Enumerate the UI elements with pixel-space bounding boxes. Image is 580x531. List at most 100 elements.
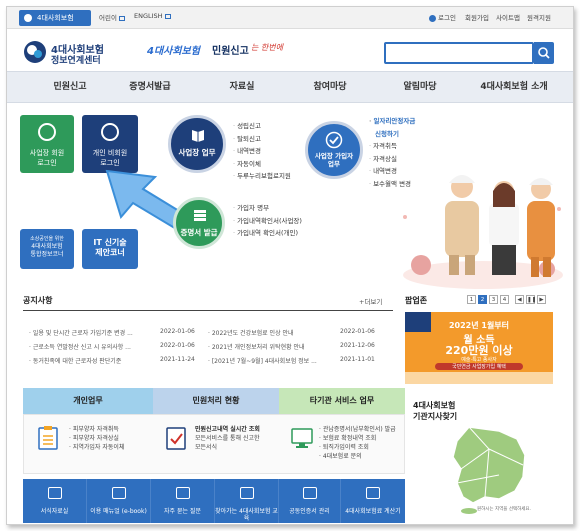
search-input[interactable] xyxy=(384,42,534,64)
personal-login-tile[interactable]: 개인 비회원 로그인 xyxy=(82,115,138,173)
it-tile-line2: 제안코너 xyxy=(95,248,125,257)
integrated-tile-line2: 4대사회보험 xyxy=(31,243,63,250)
kids-link[interactable]: 어린이 xyxy=(99,12,125,22)
subscriber-task-item[interactable]: · 일자리안정자금 xyxy=(369,115,415,128)
notice-date: 2022-01-06 xyxy=(160,342,195,349)
calculator-tile[interactable]: 4대사회보험료 계산기 xyxy=(341,479,405,523)
business-task-label: 사업장 업무 xyxy=(178,148,216,157)
slogan-brand: 4대사회보험 xyxy=(147,46,200,57)
notice-divider xyxy=(23,310,393,311)
search-button[interactable] xyxy=(534,42,554,64)
popup-title: 팝업존 xyxy=(405,296,428,305)
personal-work-list: · 피부양자 자격취득 · 피부양자 자격상실 · 지역가입자 자동이체 xyxy=(69,425,124,452)
popup-page-2[interactable]: 2 xyxy=(478,295,487,304)
site-logo-icon[interactable] xyxy=(23,40,47,64)
logo-subtitle[interactable]: 정보연계센터 xyxy=(51,53,101,66)
other-agency-item[interactable]: · 보험료 확정내역 조회 xyxy=(319,434,396,443)
certificate-item[interactable]: · 가입자 명부 xyxy=(233,202,302,215)
book-icon xyxy=(192,130,204,142)
login-link[interactable]: 로그인 xyxy=(429,12,456,22)
nav-item-library[interactable]: 자료실 xyxy=(207,79,277,92)
popup-next-button[interactable]: ▶ xyxy=(537,295,546,304)
ebook-icon xyxy=(111,487,126,499)
subscriber-task-item[interactable]: · 자격취득 xyxy=(369,140,415,153)
popup-page-1[interactable]: 1 xyxy=(467,295,476,304)
business-task-item[interactable]: · 성립신고 xyxy=(233,120,291,133)
notice-item[interactable]: · 2021년 개인정보처리 위탁현황 안내 xyxy=(208,342,305,351)
workers-illustration xyxy=(403,175,563,289)
external-link-icon xyxy=(164,13,171,19)
nav-item-complaint[interactable]: 민원신고 xyxy=(35,79,105,92)
it-tile-line1: IT 신기술 xyxy=(93,238,127,247)
checklist-icon xyxy=(38,426,58,450)
complaint-status-block[interactable]: 민원신고내역 실시간 조회 모든서비스를 통해 신고한 모든서식 xyxy=(195,425,260,452)
subscriber-task-button[interactable]: 사업장 가입자 업무 xyxy=(305,121,363,179)
tab-personal-work[interactable]: 개인업무 xyxy=(23,388,153,414)
complaint-status-desc: 모든서비스를 통해 신고한 xyxy=(195,435,260,442)
certificate-button[interactable]: 증명서 발급 xyxy=(173,197,225,249)
popup-prev-button[interactable]: ◀ xyxy=(515,295,524,304)
subscriber-task-label: 사업장 가입자 xyxy=(314,152,354,160)
subscriber-task-item[interactable]: 신청하기 xyxy=(369,128,415,141)
banner-small-2: 국민연금 사업장가입 혜택 xyxy=(435,363,523,370)
remote-support-link[interactable]: 원격지원 xyxy=(527,12,551,22)
education-tile[interactable]: 찾아가는 4대사회보험 교육 xyxy=(215,479,279,523)
sitemap-link[interactable]: 사이트맵 xyxy=(496,12,520,22)
business-task-item[interactable]: · 두루누리보험료지원 xyxy=(233,170,291,183)
english-link[interactable]: ENGLISH xyxy=(134,12,171,20)
popup-page-3[interactable]: 3 xyxy=(489,295,498,304)
personal-work-item[interactable]: · 피부양자 자격취득 xyxy=(69,425,124,434)
tab-other-agency[interactable]: 타기관 서비스 업무 xyxy=(279,388,405,414)
user-manual-tile[interactable]: 이용 매뉴얼 (e-book) xyxy=(87,479,151,523)
personal-work-item[interactable]: · 지역가입자 자동이체 xyxy=(69,443,124,452)
notice-item[interactable]: · [2021년 7월~9월] 4대사회보험 정보 ... xyxy=(208,356,317,365)
notice-date: 2021-11-01 xyxy=(340,356,375,363)
monitor-icon xyxy=(291,428,313,448)
faq-tile[interactable]: 자주 묻는 질문 xyxy=(151,479,215,523)
nav-item-participation[interactable]: 참여마당 xyxy=(295,79,365,92)
next-icon: ▶ xyxy=(539,297,544,303)
business-login-tile[interactable]: 사업장 회원 로그인 xyxy=(20,115,74,173)
personal-login-label: 개인 비회원 xyxy=(92,149,128,157)
business-login-label: 사업장 회원 xyxy=(29,149,65,157)
calculator-label: 4대사회보험료 계산기 xyxy=(345,508,401,515)
nav-item-notice[interactable]: 알림마당 xyxy=(385,79,455,92)
notice-item[interactable]: · 동거친족에 대한 근로자성 판단기준 xyxy=(29,356,121,365)
personal-user-icon xyxy=(101,123,119,141)
popup-banner[interactable]: 2022년 1월부터 월 소득 220만원 이상 예술·특고 종사자 국민연금 … xyxy=(405,312,553,384)
popup-pause-button[interactable]: ❚❚ xyxy=(526,295,536,304)
nav-item-certificate[interactable]: 증명서발급 xyxy=(115,79,185,92)
forms-library-tile[interactable]: 서식자료실 xyxy=(23,479,87,523)
certificate-item[interactable]: · 가입내역확인서(사업장) xyxy=(233,215,302,228)
complaint-status-desc2: 모든서식 xyxy=(195,444,218,451)
notice-item[interactable]: · 2022년도 건강보험료 인상 안내 xyxy=(208,328,294,337)
presentation-icon xyxy=(239,487,254,499)
other-agency-item[interactable]: · 관납증명서(납부확인서) 발급 xyxy=(319,425,396,434)
certificate-list: · 가입자 명부 · 가입내역확인서(사업장) · 가입내역 확인서(개인) xyxy=(233,202,302,240)
tab-complaint-status[interactable]: 민원처리 현황 xyxy=(153,388,279,414)
nav-item-about[interactable]: 4대사회보험 소개 xyxy=(459,79,569,92)
popup-page-4[interactable]: 4 xyxy=(500,295,509,304)
business-task-button[interactable]: 사업장 업무 xyxy=(168,115,226,173)
notice-title: 공지사항 xyxy=(23,296,53,305)
notice-date: 2021-11-24 xyxy=(160,356,195,363)
certificate-item[interactable]: · 가입내역 확인서(개인) xyxy=(233,227,302,240)
notice-more-link[interactable]: +더보기 xyxy=(359,296,382,306)
business-task-item[interactable]: · 탈퇴신고 xyxy=(233,133,291,146)
other-agency-item[interactable]: · 퇴직가입이력 조회 xyxy=(319,443,396,452)
banner-small-1: 예술·특고 종사자 xyxy=(461,357,497,363)
certificate-management-tile[interactable]: 공동인증서 관리 xyxy=(279,479,341,523)
site-tab-4insurance[interactable]: 4대사회보험 xyxy=(19,10,91,26)
join-link[interactable]: 회원가입 xyxy=(465,12,489,22)
it-proposal-tile[interactable]: IT 신기술 제안코너 xyxy=(82,229,138,269)
notice-item[interactable]: · 근로소득 연말정산 신고 시 유의사항 ... xyxy=(29,342,131,351)
certificate-icon xyxy=(302,487,317,499)
other-agency-item[interactable]: · 4대보험료 문의 xyxy=(319,452,396,461)
integrated-info-tile[interactable]: 소상공인을 위한 4대사회보험 통합정보코너 xyxy=(20,229,74,269)
personal-work-item[interactable]: · 피부양자 자격상실 xyxy=(69,434,124,443)
notice-item[interactable]: · 일용 및 단시간 근로자 가입기준 변경 ... xyxy=(29,328,133,337)
business-task-item[interactable]: · 자동이체 xyxy=(233,158,291,171)
forms-library-label: 서식자료실 xyxy=(40,508,69,515)
business-task-item[interactable]: · 내역변경 xyxy=(233,145,291,158)
korea-map[interactable] xyxy=(439,425,549,515)
